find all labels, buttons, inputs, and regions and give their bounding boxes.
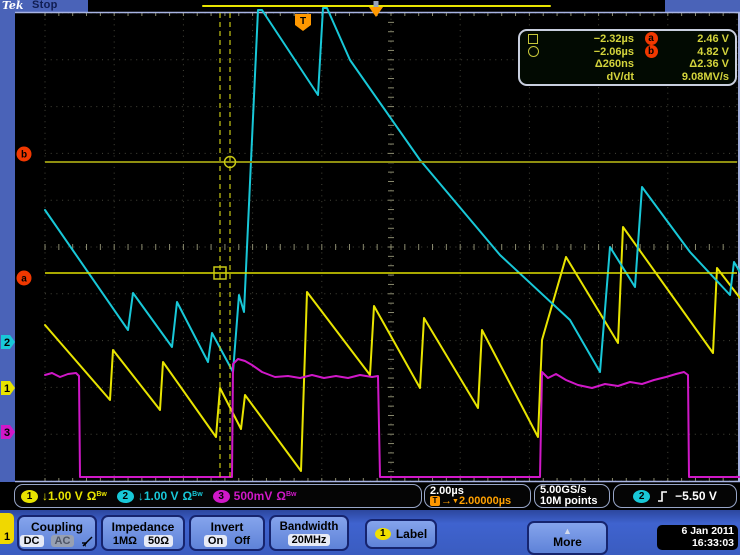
impedance-50-option[interactable]: 50Ω xyxy=(144,535,173,547)
svg-text:1: 1 xyxy=(4,383,10,395)
svg-text:T: T xyxy=(300,16,306,27)
time-text: 16:33:03 xyxy=(657,538,734,550)
channel-3-badge: 3 xyxy=(213,490,230,503)
cursor-a-value: 2.46 V xyxy=(668,33,729,45)
cursor-b-time: −2.06µs xyxy=(552,46,634,58)
bandwidth-button[interactable]: Bandwidth 20MHz xyxy=(269,515,349,551)
date-text: 6 Jan 2011 xyxy=(657,526,734,538)
rising-edge-icon xyxy=(657,490,668,503)
channel-3-scale: 500mV xyxy=(234,489,273,503)
svg-text:2: 2 xyxy=(4,337,10,349)
trigger-t-chip: T xyxy=(430,496,440,506)
coupling-ac-option[interactable]: AC xyxy=(51,535,75,547)
ground-coupling-icon[interactable] xyxy=(81,535,94,547)
svg-text:a: a xyxy=(21,274,27,285)
timebase-scale: 2.00µs xyxy=(430,486,464,496)
impedance-1m-option[interactable]: 1MΩ xyxy=(113,535,137,547)
invert-on-option[interactable]: On xyxy=(204,535,227,547)
channel-2-scale: ↓1.00 V xyxy=(138,489,179,503)
invert-button[interactable]: Invert On Off xyxy=(189,515,265,551)
more-button-text: More xyxy=(553,535,582,549)
coupling-title: Coupling xyxy=(31,520,83,534)
record-length: 10M points xyxy=(540,496,597,507)
impedance-button[interactable]: Impedance 1MΩ 50Ω xyxy=(101,515,185,551)
cursor-row-b: −2.06µs b 4.82 V xyxy=(528,45,729,58)
cursor-b-badge: b xyxy=(645,45,658,58)
label-channel-badge: 1 xyxy=(375,528,391,540)
more-up-arrow-icon: ▲ xyxy=(563,528,572,535)
label-button[interactable]: 1 Label xyxy=(365,519,437,549)
coupling-dc-option[interactable]: DC xyxy=(20,535,44,547)
timebase-readout[interactable]: 2.00µs T→▼2.00000µs xyxy=(424,484,531,508)
invert-off-option[interactable]: Off xyxy=(234,535,250,547)
channel-3-readout[interactable]: 3 500mV ΩBw xyxy=(213,489,297,503)
cursor-dvdt-row: dV/dt 9.08MV/s xyxy=(528,71,729,84)
datetime-display: 6 Jan 2011 16:33:03 xyxy=(657,525,738,550)
trigger-source-badge: 2 xyxy=(633,490,650,503)
channel-menu-tab[interactable]: 1 xyxy=(0,513,14,544)
channel-2-readout[interactable]: 2 ↓1.00 V ΩBw xyxy=(117,489,203,503)
label-button-text: Label xyxy=(396,527,427,541)
bandwidth-value[interactable]: 20MHz xyxy=(288,534,331,546)
channel-readout-bar[interactable]: 1 ↓1.00 V ΩBw 2 ↓1.00 V ΩBw 3 500mV ΩBw xyxy=(14,484,422,508)
cursor-delta-time: Δ260ns xyxy=(552,58,634,70)
impedance-title: Impedance xyxy=(112,520,175,534)
cursor-b-value: 4.82 V xyxy=(668,46,729,58)
trigger-level: −5.50 V xyxy=(675,489,717,503)
channel-1-readout[interactable]: 1 ↓1.00 V ΩBw xyxy=(21,489,107,503)
svg-text:3: 3 xyxy=(4,427,10,439)
dvdt-label: dV/dt xyxy=(552,71,634,83)
oscilloscope-screen: Tek Stop ba213T −2.32µs a 2.46 V −2.06µs… xyxy=(0,0,740,555)
trigger-readout[interactable]: 2 −5.50 V xyxy=(613,484,737,508)
acquisition-readout[interactable]: 5.00GS/s 10M points xyxy=(534,484,610,508)
channel-3-coupling: ΩBw xyxy=(276,489,296,503)
cursor-delta-row: Δ260ns Δ2.36 V xyxy=(528,58,729,71)
dvdt-value: 9.08MV/s xyxy=(668,71,729,83)
channel-2-badge: 2 xyxy=(117,490,134,503)
svg-text:b: b xyxy=(21,150,27,161)
bottom-menu-bar: 1 Coupling DC AC Impedance 1MΩ 50Ω Inver… xyxy=(0,510,740,555)
timebase-delay: T→▼2.00000µs xyxy=(430,496,511,507)
cursor-a-time: −2.32µs xyxy=(552,33,634,45)
square-cursor-symbol xyxy=(528,34,552,44)
delay-marker-icon: ▼ xyxy=(452,496,459,507)
cursor-delta-value: Δ2.36 V xyxy=(668,58,729,70)
cursor-a-badge: a xyxy=(645,32,658,45)
channel-1-badge: 1 xyxy=(21,490,38,503)
more-button[interactable]: ▲ More xyxy=(527,521,608,555)
cursor-row-a: −2.32µs a 2.46 V xyxy=(528,32,729,45)
invert-title: Invert xyxy=(211,520,244,534)
circle-cursor-symbol xyxy=(528,46,552,57)
bandwidth-title: Bandwidth xyxy=(280,521,339,533)
coupling-button[interactable]: Coupling DC AC xyxy=(17,515,97,551)
channel-1-scale: ↓1.00 V xyxy=(42,489,83,503)
channel-1-coupling: ΩBw xyxy=(87,489,107,503)
cursor-readout-box: −2.32µs a 2.46 V −2.06µs b 4.82 V Δ260ns… xyxy=(518,29,737,86)
channel-2-coupling: ΩBw xyxy=(183,489,203,503)
